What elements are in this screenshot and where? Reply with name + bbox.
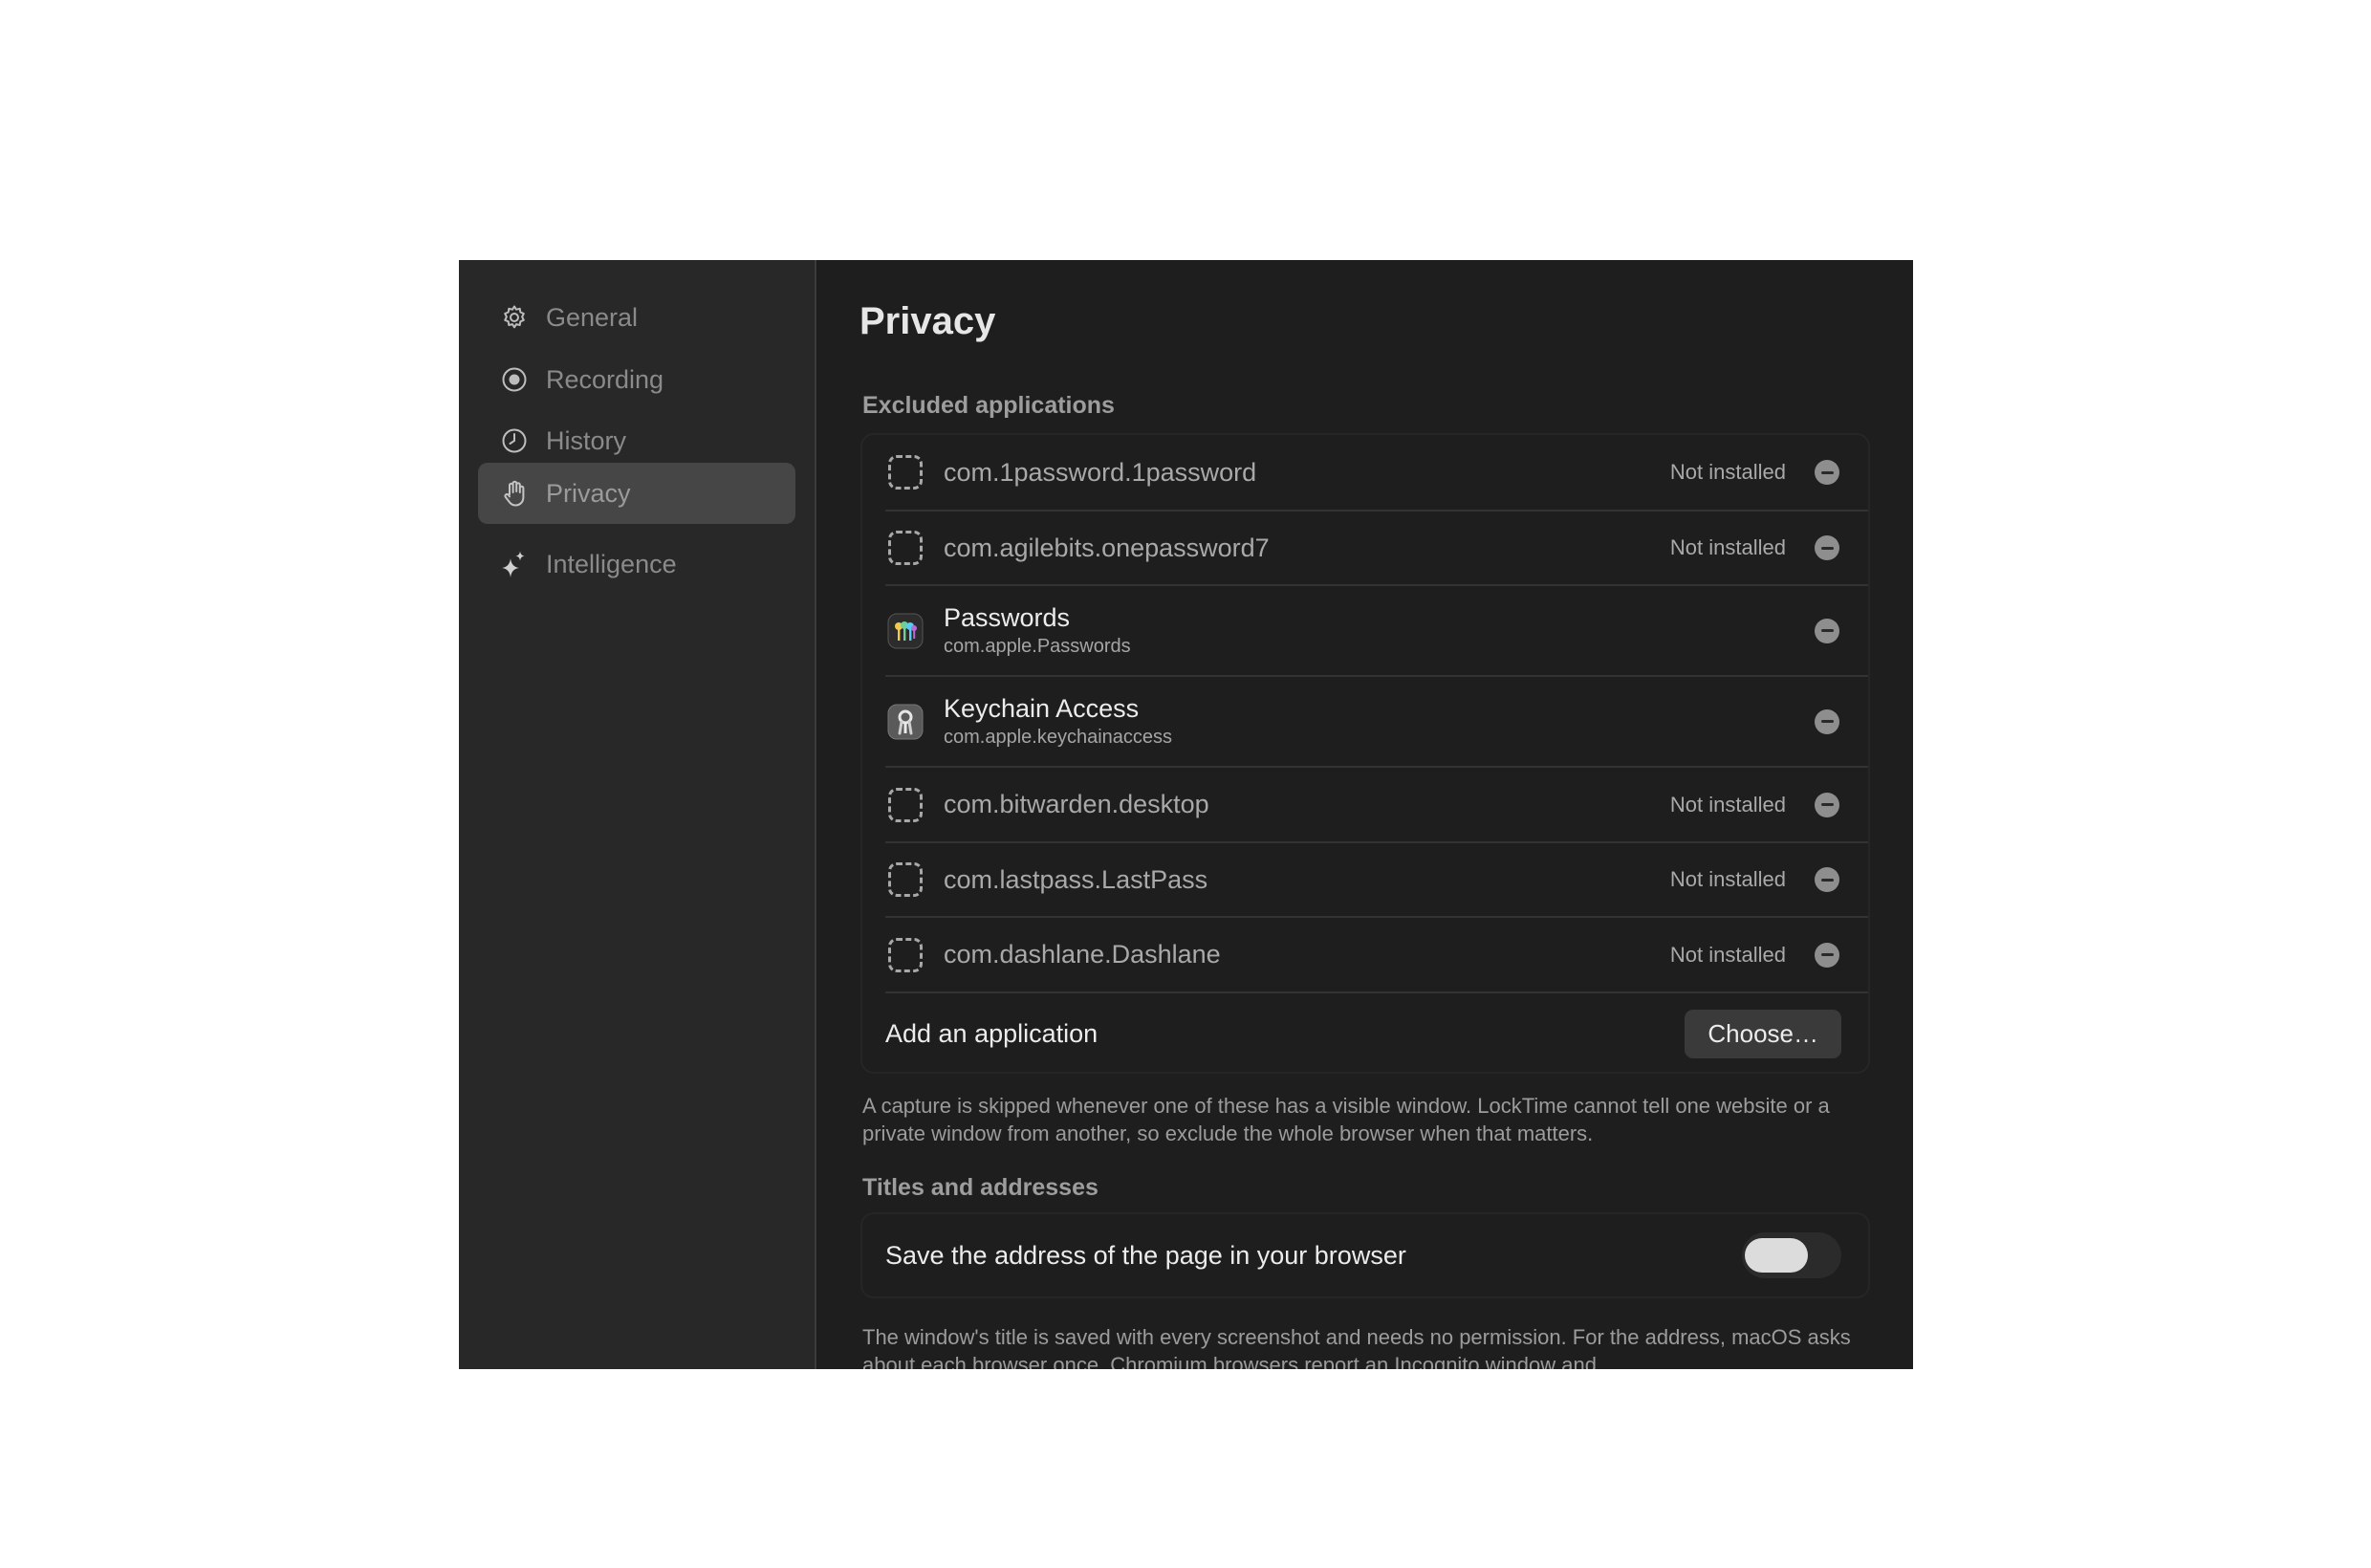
remove-button[interactable]: [1815, 535, 1839, 560]
app-bundle-id: com.apple.Passwords: [944, 636, 1131, 657]
hand-icon: [499, 478, 530, 509]
list-item: com.dashlane.Dashlane Not installed: [885, 918, 1868, 993]
app-name: com.bitwarden.desktop: [944, 790, 1209, 818]
save-address-toggle[interactable]: [1742, 1232, 1841, 1278]
add-application-label: Add an application: [885, 1018, 1098, 1048]
remove-button[interactable]: [1815, 792, 1839, 817]
placeholder-app-icon: [885, 785, 925, 825]
remove-button[interactable]: [1815, 460, 1839, 485]
minus-icon: [1820, 878, 1834, 882]
list-item: Passwords com.apple.Passwords: [885, 586, 1868, 677]
status-label: Not installed: [1669, 535, 1786, 559]
sidebar-item-recording[interactable]: Recording: [478, 349, 795, 410]
placeholder-app-icon: [885, 860, 925, 900]
minus-icon: [1820, 803, 1834, 806]
status-label: Not installed: [1669, 942, 1786, 967]
sidebar-item-general[interactable]: General: [478, 287, 795, 348]
choose-button[interactable]: Choose…: [1685, 1009, 1841, 1058]
sidebar-item-label: Recording: [546, 364, 664, 394]
status-label: Not installed: [1669, 460, 1786, 484]
minus-icon: [1820, 953, 1834, 956]
sparkle-icon: [499, 549, 530, 579]
privacy-pane: Privacy Excluded applications com.1passw…: [816, 260, 1913, 1369]
sidebar-item-label: History: [546, 425, 627, 455]
keychain-app-icon: [885, 702, 925, 742]
excluded-help-text: A capture is skipped whenever one of the…: [862, 1094, 1830, 1145]
status-label: Not installed: [1669, 792, 1786, 817]
remove-button[interactable]: [1815, 708, 1839, 734]
section-heading-titles: Titles and addresses: [862, 1174, 1098, 1201]
list-item: com.1password.1password Not installed: [885, 435, 1868, 512]
minus-icon: [1820, 546, 1834, 550]
sidebar-item-privacy[interactable]: Privacy: [478, 463, 795, 524]
clock-icon: [499, 425, 530, 456]
passwords-app-icon: [885, 611, 925, 651]
titles-help-text: The window's title is saved with every s…: [862, 1325, 1851, 1369]
list-item: com.bitwarden.desktop Not installed: [885, 768, 1868, 843]
app-name: com.agilebits.onepassword7: [944, 533, 1270, 562]
placeholder-app-icon: [885, 452, 925, 492]
list-item: Keychain Access com.apple.keychainaccess: [885, 677, 1868, 768]
app-name: com.dashlane.Dashlane: [944, 940, 1221, 969]
titles-card: Save the address of the page in your bro…: [860, 1212, 1870, 1298]
app-name: Keychain Access: [944, 694, 1140, 723]
sidebar-item-intelligence[interactable]: Intelligence: [478, 534, 795, 595]
minus-icon: [1820, 720, 1834, 723]
gear-icon: [499, 302, 530, 333]
minus-icon: [1820, 629, 1834, 632]
record-icon: [499, 364, 530, 395]
sidebar-item-label: Privacy: [546, 478, 631, 508]
minus-icon: [1820, 470, 1834, 474]
remove-button[interactable]: [1815, 942, 1839, 968]
save-address-label: Save the address of the page in your bro…: [885, 1240, 1406, 1270]
page-title: Privacy: [859, 300, 996, 342]
sidebar-item-label: Intelligence: [546, 549, 677, 578]
list-item: com.agilebits.onepassword7 Not installed: [885, 512, 1868, 586]
placeholder-app-icon: [885, 935, 925, 975]
save-address-row: Save the address of the page in your bro…: [885, 1214, 1841, 1296]
app-name: com.lastpass.LastPass: [944, 864, 1208, 894]
sidebar: General Recording History Privacy Intell…: [459, 260, 816, 1369]
placeholder-app-icon: [885, 528, 925, 568]
app-bundle-id: com.apple.keychainaccess: [944, 727, 1173, 748]
add-application-row: Add an application Choose…: [885, 993, 1841, 1074]
app-name: com.1password.1password: [944, 457, 1257, 487]
excluded-apps-card: com.1password.1password Not installed co…: [860, 433, 1870, 1074]
toggle-knob: [1745, 1238, 1808, 1273]
remove-button[interactable]: [1815, 867, 1839, 892]
sidebar-item-label: General: [546, 302, 639, 332]
app-name: Passwords: [944, 603, 1071, 632]
settings-window: General Recording History Privacy Intell…: [459, 260, 1913, 1369]
status-label: Not installed: [1669, 867, 1786, 891]
list-item: com.lastpass.LastPass Not installed: [885, 843, 1868, 918]
section-heading-excluded: Excluded applications: [862, 392, 1115, 419]
remove-button[interactable]: [1815, 618, 1839, 643]
